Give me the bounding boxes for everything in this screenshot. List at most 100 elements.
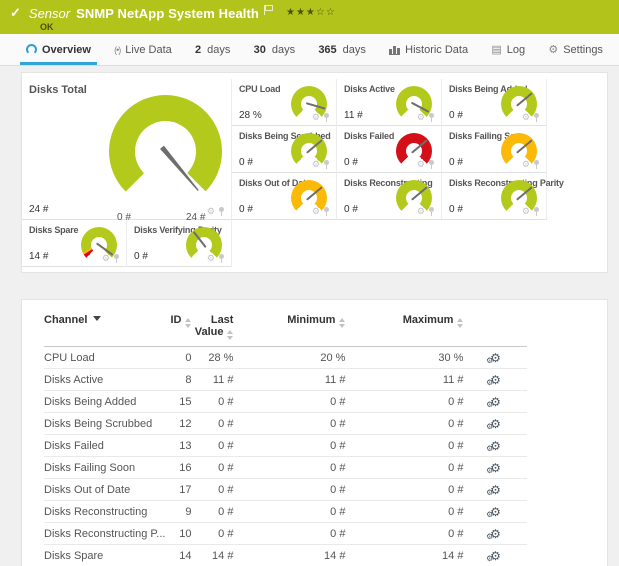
channel-settings-icon[interactable] <box>490 373 501 387</box>
priority-flag-icon[interactable] <box>264 5 272 15</box>
tab-2-days[interactable]: 2 days <box>193 34 232 65</box>
pin-icon[interactable] <box>114 254 119 259</box>
table-row[interactable]: Disks Failed 13 0 # 0 # 0 # <box>44 435 527 457</box>
channel-settings-icon[interactable] <box>490 439 501 453</box>
channel-settings-icon[interactable] <box>490 351 501 365</box>
gauge-tile-cpu-load[interactable]: CPU Load 28 % <box>232 79 337 126</box>
gear-icon[interactable] <box>522 207 530 216</box>
gear-icon[interactable] <box>417 113 425 122</box>
gauge-label: Disks Spare <box>29 225 78 235</box>
tab-label: Settings <box>563 44 603 56</box>
channel-cell[interactable]: Disks Active <box>44 369 165 391</box>
channel-cell[interactable]: Disks Reconstructing P... <box>44 523 165 545</box>
channel-settings-icon[interactable] <box>490 395 501 409</box>
channel-settings-icon[interactable] <box>490 417 501 431</box>
channel-settings-icon[interactable] <box>490 483 501 497</box>
gear-icon[interactable] <box>312 207 320 216</box>
last-value-cell: 0 # <box>191 457 233 479</box>
column-header-maximum[interactable]: Maximum <box>345 308 463 347</box>
channel-settings-icon[interactable] <box>490 549 501 563</box>
tab-live-data[interactable]: (•) Live Data <box>112 34 174 65</box>
table-row[interactable]: Disks Reconstructing P... 10 0 # 0 # 0 # <box>44 523 527 545</box>
pin-icon[interactable] <box>219 207 224 212</box>
gear-icon[interactable] <box>417 207 425 216</box>
table-row[interactable]: Disks Being Scrubbed 12 0 # 0 # 0 # <box>44 413 527 435</box>
gear-icon[interactable] <box>102 254 110 263</box>
table-row[interactable]: Disks Out of Date 17 0 # 0 # 0 # <box>44 479 527 501</box>
gear-icon[interactable] <box>312 113 320 122</box>
sort-icon <box>227 330 233 340</box>
gauge-tile-disks-out-of-date[interactable]: Disks Out of Date 0 # <box>232 173 337 220</box>
maximum-cell: 30 % <box>345 347 463 369</box>
channel-settings-icon[interactable] <box>490 505 501 519</box>
pin-icon[interactable] <box>429 207 434 212</box>
pin-icon[interactable] <box>429 113 434 118</box>
table-row[interactable]: Disks Being Added 15 0 # 0 # 0 # <box>44 391 527 413</box>
gauge-tile-disks-total[interactable]: Disks Total 0 # 24 # 24 # <box>22 79 232 220</box>
channel-cell[interactable]: Disks Spare <box>44 545 165 566</box>
channel-cell[interactable]: Disks Being Added <box>44 391 165 413</box>
star-empty-icon[interactable]: ☆ <box>316 7 326 18</box>
star-filled-icon[interactable]: ★ <box>286 7 296 18</box>
gauge-tile-disks-reconstructing[interactable]: Disks Reconstructing 0 # <box>337 173 442 220</box>
table-row[interactable]: Disks Spare 14 14 # 14 # 14 # <box>44 545 527 566</box>
gear-icon[interactable] <box>417 160 425 169</box>
sort-active-icon <box>93 316 101 321</box>
tab-30-days[interactable]: 30 days <box>252 34 298 65</box>
gear-icon[interactable] <box>312 160 320 169</box>
column-header-id[interactable]: ID <box>165 308 191 347</box>
tab-historic-data[interactable]: Historic Data <box>387 34 470 65</box>
channel-cell[interactable]: Disks Reconstructing <box>44 501 165 523</box>
gauge-tile-disks-failed[interactable]: Disks Failed 0 # <box>337 126 442 173</box>
gauge-label: Disks Active <box>344 84 395 94</box>
pin-icon[interactable] <box>534 207 539 212</box>
channel-cell[interactable]: Disks Out of Date <box>44 479 165 501</box>
table-row[interactable]: Disks Failing Soon 16 0 # 0 # 0 # <box>44 457 527 479</box>
channel-cell[interactable]: Disks Failing Soon <box>44 457 165 479</box>
gear-icon[interactable] <box>522 160 530 169</box>
gauge-tile-disks-being-added[interactable]: Disks Being Added 0 # <box>442 79 547 126</box>
pin-icon[interactable] <box>324 207 329 212</box>
pin-icon[interactable] <box>534 113 539 118</box>
column-header-minimum[interactable]: Minimum <box>233 308 345 347</box>
gauge-label: Disks Failed <box>344 131 394 141</box>
table-row[interactable]: Disks Reconstructing 9 0 # 0 # 0 # <box>44 501 527 523</box>
minimum-cell: 0 # <box>233 523 345 545</box>
gauge-tile-disks-active[interactable]: Disks Active 11 # <box>337 79 442 126</box>
column-header-channel[interactable]: Channel <box>44 308 165 347</box>
channel-cell[interactable]: Disks Failed <box>44 435 165 457</box>
tab-365-days[interactable]: 365 days <box>316 34 368 65</box>
pin-icon[interactable] <box>324 160 329 165</box>
table-row[interactable]: Disks Active 8 11 # 11 # 11 # <box>44 369 527 391</box>
priority-stars[interactable]: ★★★☆☆ <box>286 7 336 18</box>
pin-icon[interactable] <box>219 254 224 259</box>
tab-overview[interactable]: Overview <box>24 34 93 65</box>
gauge-tile-disks-being-scrubbed[interactable]: Disks Being Scrubbed 0 # <box>232 126 337 173</box>
channel-settings-icon[interactable] <box>490 461 501 475</box>
star-empty-icon[interactable]: ☆ <box>326 7 336 18</box>
channel-cell[interactable]: CPU Load <box>44 347 165 369</box>
last-value-cell: 14 # <box>191 545 233 566</box>
table-row[interactable]: CPU Load 0 28 % 20 % 30 % <box>44 347 527 369</box>
id-cell: 0 <box>165 347 191 369</box>
gear-icon[interactable] <box>207 254 215 263</box>
gauge-tile-disks-verifying-parity[interactable]: Disks Verifying Parity 0 # <box>127 220 232 267</box>
pin-icon[interactable] <box>324 113 329 118</box>
pin-icon[interactable] <box>429 160 434 165</box>
gauge-tile-disks-reconstructing-parity[interactable]: Disks Reconstructing Parity 0 # <box>442 173 547 220</box>
channel-settings-icon[interactable] <box>490 527 501 541</box>
id-cell: 17 <box>165 479 191 501</box>
channel-cell[interactable]: Disks Being Scrubbed <box>44 413 165 435</box>
gear-icon[interactable] <box>522 113 530 122</box>
gauge-tile-disks-spare[interactable]: Disks Spare 14 # <box>22 220 127 267</box>
star-filled-icon[interactable]: ★ <box>306 7 316 18</box>
column-header-last-value[interactable]: Last Value <box>191 308 233 347</box>
last-value-cell: 0 # <box>191 479 233 501</box>
tab-settings[interactable]: ⚙ Settings <box>546 34 605 65</box>
pin-icon[interactable] <box>534 160 539 165</box>
gear-icon[interactable] <box>207 207 215 216</box>
tab-log[interactable]: ▤ Log <box>489 34 527 65</box>
star-filled-icon[interactable]: ★ <box>296 7 306 18</box>
gauge-dial <box>109 95 222 208</box>
gauge-tile-disks-failing-soon[interactable]: Disks Failing Soon 0 # <box>442 126 547 173</box>
